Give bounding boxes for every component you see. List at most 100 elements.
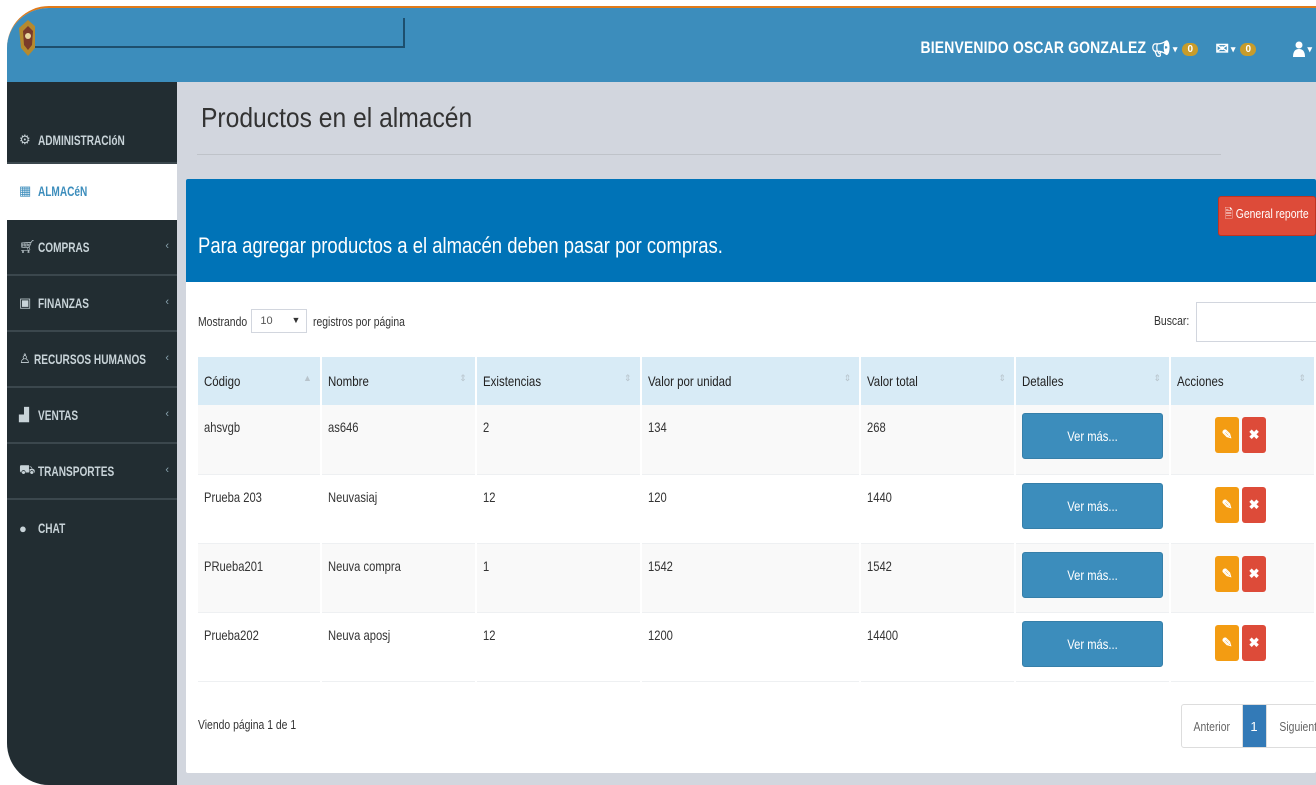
- notifications-badge: 0: [1182, 42, 1198, 56]
- sort-asc-icon: ▲: [302, 373, 312, 383]
- showing-suffix: registros por página: [313, 313, 406, 329]
- sidebar-item-finanzas[interactable]: ▣ FINANZAS ‹: [7, 276, 177, 332]
- table-row: Prueba 203 Neuvasiaj 12 120 1440 Ver más... ✎ ✖: [198, 474, 1316, 544]
- edit-icon: ✎: [1221, 496, 1233, 512]
- close-icon: ✖: [1248, 565, 1260, 581]
- details-button[interactable]: Ver más...: [1022, 551, 1164, 598]
- cell-detalles: Ver más...: [1015, 474, 1172, 544]
- chevron-down-icon: ▾: [1307, 43, 1312, 54]
- cell-valor-unidad: 1542: [640, 543, 862, 613]
- cell-codigo: Prueba 203: [198, 474, 322, 544]
- cell-existencias: 12: [475, 474, 642, 544]
- sidebar-item-chat[interactable]: ● CHAT: [7, 500, 177, 556]
- column-header-valor-total[interactable]: Valor total ⇕: [860, 357, 1017, 405]
- chevron-left-icon: ‹: [165, 408, 169, 420]
- cell-nombre: as646: [320, 405, 477, 475]
- pagination-page-1[interactable]: 1: [1242, 705, 1267, 747]
- edit-button[interactable]: ✎: [1215, 555, 1240, 592]
- column-header-existencias[interactable]: Existencias ⇕: [475, 357, 642, 405]
- envelope-icon: ✉: [1215, 41, 1229, 58]
- sidebar-item-label: RECURSOS HUMANOS: [33, 351, 146, 367]
- pagination-next[interactable]: Siguiente: [1267, 705, 1316, 747]
- bullhorn-icon: 📢︎: [1150, 41, 1171, 58]
- archive-icon: ▦: [19, 183, 32, 198]
- cell-valor-total: 268: [860, 405, 1017, 475]
- details-button[interactable]: Ver más...: [1022, 482, 1164, 529]
- sidebar-item-ventas[interactable]: ▟ VENTAS ‹: [7, 388, 177, 444]
- chevron-down-icon: ▾: [1172, 43, 1178, 54]
- pagination-previous[interactable]: Anterior: [1182, 705, 1243, 747]
- table-header-row: Código ▲ Nombre ⇕ Existencias ⇕ Valor por u…: [198, 357, 1316, 405]
- delete-button[interactable]: ✖: [1242, 624, 1267, 661]
- table-row: ahsvgb as646 2 134 268 Ver más... ✎ ✖: [198, 405, 1316, 475]
- page-length-control: Mostrando 10 ▼ registros por página: [198, 309, 428, 333]
- edit-button[interactable]: ✎: [1215, 486, 1240, 523]
- chevron-down-icon: ▼: [291, 315, 301, 325]
- close-icon: ✖: [1248, 496, 1260, 512]
- edit-icon: ✎: [1221, 427, 1233, 442]
- search-input[interactable]: [1196, 302, 1316, 342]
- report-button-label: General reporte: [1236, 206, 1310, 221]
- details-button[interactable]: Ver más...: [1022, 413, 1164, 459]
- delete-button[interactable]: ✖: [1242, 417, 1267, 453]
- user-icon: [1293, 41, 1306, 57]
- edit-icon: ✎: [1221, 634, 1233, 650]
- showing-prefix: Mostrando: [198, 313, 248, 329]
- notifications-menu[interactable]: 📢︎ ▾ 0: [1151, 38, 1198, 60]
- page-info: Viendo página 1 de 1: [198, 717, 297, 732]
- delete-button[interactable]: ✖: [1242, 486, 1267, 523]
- edit-button[interactable]: ✎: [1215, 417, 1240, 453]
- main-content: Productos en el almacén Para agregar pro…: [177, 82, 1316, 785]
- cell-acciones: ✎ ✖: [1170, 543, 1316, 613]
- cell-nombre: Neuva aposj: [320, 612, 477, 682]
- dashboard-icon: ⚙: [19, 132, 31, 147]
- sidebar-item-label: COMPRAS: [38, 239, 90, 255]
- column-header-acciones[interactable]: Acciones ⇕: [1170, 357, 1316, 405]
- chevron-down-icon: ▾: [1230, 43, 1236, 54]
- page-length-select[interactable]: 10 ▼: [251, 309, 308, 333]
- car-icon: ⛟: [19, 462, 36, 477]
- sidebar-item-transportes[interactable]: ⛟ TRANSPORTES ‹: [7, 444, 177, 500]
- table-row: PRueba201 Neuva compra 1 1542 1542 Ver más...…: [198, 543, 1316, 613]
- details-button[interactable]: Ver más...: [1022, 620, 1164, 667]
- column-header-nombre[interactable]: Nombre ⇕: [320, 357, 477, 405]
- top-navbar: BIENVENIDO OSCAR GONZALEZ 📢︎ ▾ 0 ✉ ▾ 0 ▾: [7, 8, 1316, 82]
- sidebar-item-label: VENTAS: [38, 407, 79, 423]
- cell-valor-total: 1440: [860, 474, 1017, 544]
- sidebar-item-label: TRANSPORTES: [38, 463, 115, 479]
- table-row: Prueba202 Neuva aposj 12 1200 14400 Ver más..…: [198, 612, 1316, 682]
- column-header-valor-unidad[interactable]: Valor por unidad ⇕: [640, 357, 862, 405]
- cell-valor-total: 1542: [860, 543, 1017, 613]
- close-icon: ✖: [1248, 634, 1260, 650]
- cell-valor-total: 14400: [860, 612, 1017, 682]
- messages-badge: 0: [1240, 42, 1256, 56]
- sidebar-item-recursos-humanos[interactable]: ♙ RECURSOS HUMANOS ‹: [7, 332, 177, 388]
- sidebar-item-almacen[interactable]: ▦ ALMACéN: [7, 164, 177, 220]
- cell-acciones: ✎ ✖: [1170, 474, 1316, 544]
- user-menu[interactable]: ▾: [1293, 38, 1312, 60]
- column-header-codigo[interactable]: Código ▲: [198, 357, 322, 405]
- sort-icon: ⇕: [459, 373, 467, 383]
- edit-icon: ✎: [1221, 565, 1233, 581]
- page-length-value: 10: [260, 315, 273, 327]
- sidebar-item-administracion[interactable]: ⚙ ADMINISTRACIóN: [7, 82, 177, 164]
- products-box: Para agregar productos a el almacén debe…: [186, 179, 1316, 773]
- pdf-file-icon: 🗎︎: [1224, 206, 1234, 221]
- generate-report-button[interactable]: 🗎︎ General reporte: [1218, 196, 1316, 236]
- products-table: Código ▲ Nombre ⇕ Existencias ⇕ Valor por u…: [198, 357, 1316, 682]
- sidebar-item-label: CHAT: [38, 520, 66, 536]
- messages-menu[interactable]: ✉ ▾ 0: [1215, 38, 1256, 60]
- sidebar-item-compras[interactable]: 🛒︎ COMPRAS ‹: [7, 220, 177, 276]
- cell-detalles: Ver más...: [1015, 612, 1172, 682]
- money-icon: ▣: [19, 295, 32, 310]
- sidebar-item-label: FINANZAS: [38, 295, 89, 311]
- delete-button[interactable]: ✖: [1242, 555, 1267, 592]
- pagination: Anterior 1 Siguiente: [1181, 704, 1316, 748]
- edit-button[interactable]: ✎: [1215, 624, 1240, 661]
- cell-acciones: ✎ ✖: [1170, 612, 1316, 682]
- cell-valor-unidad: 120: [640, 474, 862, 544]
- box-title: Para agregar productos a el almacén debe…: [198, 233, 723, 258]
- brand-bar: [35, 18, 405, 48]
- column-header-detalles[interactable]: Detalles ⇕: [1015, 357, 1172, 405]
- app-window: BIENVENIDO OSCAR GONZALEZ 📢︎ ▾ 0 ✉ ▾ 0 ▾…: [7, 6, 1316, 785]
